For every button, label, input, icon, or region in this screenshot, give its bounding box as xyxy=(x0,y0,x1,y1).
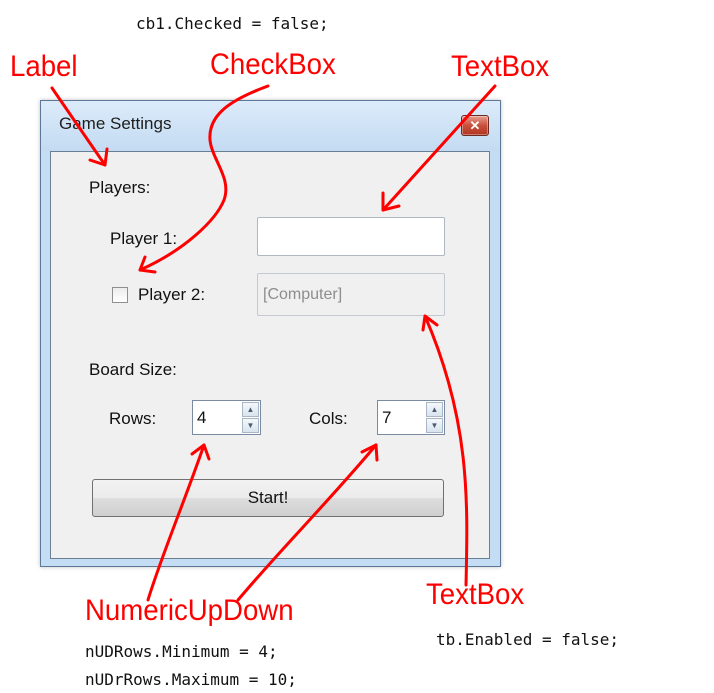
rows-label: Rows: xyxy=(109,409,157,428)
spin-down-icon[interactable]: ▼ xyxy=(242,418,259,433)
annotation-label: Label xyxy=(10,50,78,83)
board-size-label: Board Size: xyxy=(89,360,177,379)
annotation-textbox-bottom: TextBox xyxy=(426,578,525,611)
annotation-textbox-top: TextBox xyxy=(451,50,550,83)
code-minimum: nUDRows.Minimum = 4; xyxy=(85,642,278,661)
player2-textbox[interactable]: [Computer] xyxy=(257,273,445,316)
spin-up-icon[interactable]: ▲ xyxy=(242,402,259,417)
player1-label: Player 1: xyxy=(110,229,178,248)
cols-label: Cols: xyxy=(309,409,348,428)
title-bar[interactable]: Game Settings ✕ xyxy=(41,101,500,151)
code-enabled: tb.Enabled = false; xyxy=(436,630,620,649)
player2-label: Player 2: xyxy=(138,285,206,304)
start-button[interactable]: Start! xyxy=(92,479,444,517)
player1-textbox[interactable] xyxy=(257,217,445,256)
cols-value: 7 xyxy=(382,408,392,427)
players-label: Players: xyxy=(89,178,151,197)
spin-down-icon[interactable]: ▼ xyxy=(426,418,443,433)
annotation-checkbox: CheckBox xyxy=(210,48,336,81)
code-maximum: nUDrRows.Maximum = 10; xyxy=(85,670,297,689)
spin-up-icon[interactable]: ▲ xyxy=(426,402,443,417)
close-button[interactable]: ✕ xyxy=(461,115,489,136)
rows-value: 4 xyxy=(197,408,207,427)
rows-numeric-updown[interactable]: 4 ▲ ▼ xyxy=(192,400,261,435)
rows-spin: ▲ ▼ xyxy=(242,402,259,433)
annotation-numericupdown: NumericUpDown xyxy=(85,594,294,627)
player2-checkbox[interactable] xyxy=(112,287,128,303)
cols-numeric-updown[interactable]: 7 ▲ ▼ xyxy=(377,400,445,435)
window-title: Game Settings xyxy=(59,114,172,133)
code-checked: cb1.Checked = false; xyxy=(136,14,329,33)
cols-spin: ▲ ▼ xyxy=(426,402,443,433)
close-icon: ✕ xyxy=(469,118,481,133)
